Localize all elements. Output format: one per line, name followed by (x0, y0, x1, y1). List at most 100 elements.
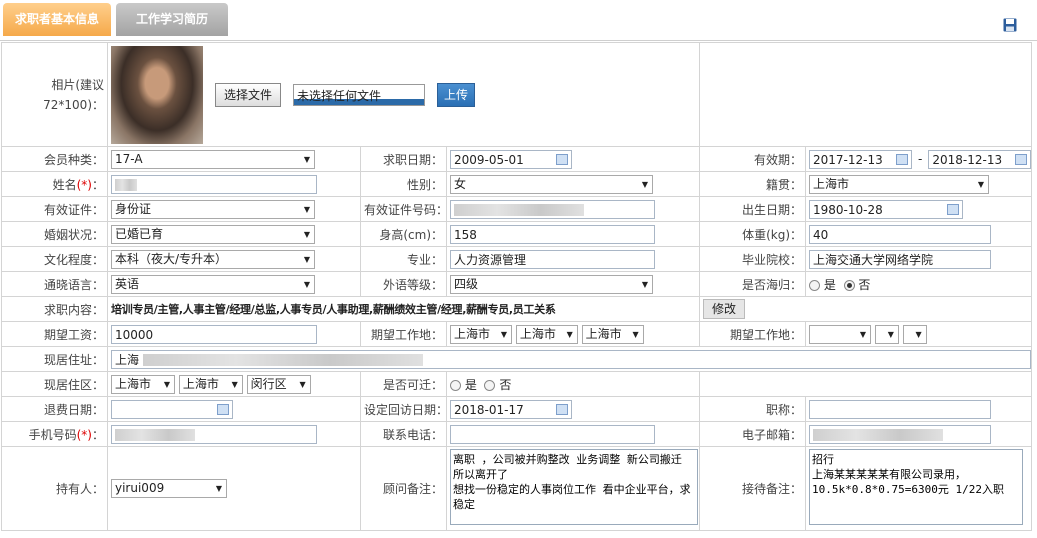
returnee-yes-label: 是 (823, 277, 836, 292)
tab-resume[interactable]: 工作学习简历 (116, 3, 228, 36)
mobile-label: 手机号码(*)： (1, 421, 108, 447)
consultant-note-label: 顾问备注： (360, 446, 447, 531)
gender-label: 性别： (360, 171, 447, 197)
upload-button[interactable]: 上传 (437, 82, 476, 107)
native-place-select[interactable]: 上海市 ▼ (809, 174, 990, 194)
phone-label: 联系电话： (360, 421, 447, 447)
returnee-label: 是否海归： (699, 271, 807, 297)
relocate-yes-label: 是 (464, 377, 477, 392)
birth-date-label: 出生日期： (699, 196, 807, 222)
relocate-label: 是否可迁： (360, 371, 447, 397)
gender-select[interactable]: 女 ▼ (450, 174, 653, 194)
revisit-date-label: 设定回访日期： (360, 396, 447, 422)
school-input[interactable]: 上海交通大学网络学院 (809, 249, 992, 269)
valid-period-label: 有效期： (699, 146, 807, 172)
member-type-select[interactable]: 17-A ▼ (111, 149, 315, 169)
education-select[interactable]: 本科（夜大/专升本） ▼ (111, 249, 315, 269)
relocate-yes-radio[interactable] (450, 379, 461, 391)
calendar-icon[interactable] (556, 153, 568, 165)
phone-input[interactable] (450, 424, 655, 444)
photo-label: 相片(建议72*100)： (1, 42, 108, 147)
district-province-select[interactable]: 上海市 ▼ (111, 374, 175, 394)
calendar-icon[interactable] (217, 403, 229, 415)
major-input[interactable]: 人力资源管理 (450, 249, 655, 269)
native-place-label: 籍贯： (699, 171, 807, 197)
valid-from-input[interactable]: 2017-12-13 (809, 149, 913, 169)
work-place-2-district-select[interactable]: ▼ (902, 324, 927, 344)
reception-note-label: 接待备注： (699, 446, 807, 531)
major-label: 专业： (360, 246, 447, 272)
mobile-input[interactable] (111, 424, 317, 444)
birth-date-input[interactable]: 1980-10-28 (809, 199, 964, 219)
salary-label: 期望工资： (1, 321, 108, 347)
foreign-level-label: 外语等级： (360, 271, 447, 297)
work-place-province-select[interactable]: 上海市 ▼ (450, 324, 512, 344)
refund-date-input[interactable] (111, 399, 233, 419)
calendar-icon[interactable] (896, 153, 909, 165)
job-date-input[interactable]: 2009-05-01 (450, 149, 572, 169)
relocate-no-radio[interactable] (484, 379, 496, 391)
work-place-city-select[interactable]: 上海市 ▼ (515, 324, 578, 344)
weight-label: 体重(kg)： (699, 221, 807, 247)
height-input[interactable]: 158 (450, 224, 655, 244)
returnee-no-label: 否 (858, 277, 871, 292)
edit-job-content-button[interactable]: 修改 (703, 299, 746, 319)
job-date-label: 求职日期： (360, 146, 447, 172)
holder-select[interactable]: yirui009 ▼ (111, 479, 227, 498)
job-title-input[interactable] (809, 399, 992, 419)
work-place-district-select[interactable]: 上海市 ▼ (581, 324, 644, 344)
reception-note-textarea[interactable]: 招行 上海某某某某某有限公司录用，10.5k*0.8*0.75=6300元 1/… (809, 449, 1024, 525)
member-type-label: 会员种类： (1, 146, 108, 172)
relocate-no-label: 否 (499, 377, 512, 392)
name-label: 姓名(*)： (1, 171, 108, 197)
email-label: 电子邮箱： (699, 421, 807, 447)
revisit-date-input[interactable]: 2018-01-17 (450, 399, 572, 419)
salary-input[interactable]: 10000 (111, 324, 317, 344)
marriage-select[interactable]: 已婚已育 ▼ (111, 224, 315, 244)
weight-input[interactable]: 40 (809, 224, 992, 244)
email-input[interactable] (809, 424, 992, 444)
photo-row: 相片(建议72*100)： 选择文件 未选择任何文件 上传 (1, 42, 1033, 147)
district-area-select[interactable]: 闵行区 ▼ (246, 374, 311, 394)
holder-label: 持有人： (1, 446, 108, 531)
returnee-yes-radio[interactable] (809, 279, 821, 291)
job-title-label: 职称： (699, 396, 807, 422)
save-icon[interactable] (1003, 18, 1017, 32)
applicant-form: 相片(建议72*100)： 选择文件 未选择任何文件 上传 会员种类： 17-A ▼… (1, 42, 1033, 531)
marriage-label: 婚姻状况： (1, 221, 108, 247)
education-label: 文化程度： (1, 246, 108, 272)
id-type-select[interactable]: 身份证 ▼ (111, 199, 315, 219)
consultant-note-textarea[interactable]: 离职 ，公司被并购整改 业务调整 新公司搬迁 所以离开了 想找一份稳定的人事岗位… (450, 449, 698, 525)
address-label: 现居住址： (1, 346, 108, 372)
date-separator: - (918, 151, 923, 166)
calendar-icon[interactable] (947, 203, 960, 215)
tab-bar: 求职者基本信息 工作学习简历 (0, 0, 1037, 41)
name-input[interactable] (111, 174, 317, 194)
work-place-2-label: 期望工作地： (699, 321, 807, 347)
file-name-display: 未选择任何文件 (293, 83, 426, 106)
id-number-input[interactable] (450, 199, 655, 219)
tab-basic-info[interactable]: 求职者基本信息 (3, 3, 111, 36)
district-city-select[interactable]: 上海市 ▼ (178, 374, 243, 394)
refund-date-label: 退费日期： (1, 396, 108, 422)
foreign-level-select[interactable]: 四级 ▼ (450, 274, 653, 294)
id-number-label: 有效证件号码： (360, 196, 447, 222)
job-content-label: 求职内容： (1, 296, 108, 322)
valid-to-input[interactable]: 2018-12-13 (928, 149, 1031, 169)
height-label: 身高(cm)： (360, 221, 447, 247)
id-type-label: 有效证件： (1, 196, 108, 222)
address-input[interactable]: 上海 (111, 349, 1031, 369)
calendar-icon[interactable] (1015, 153, 1028, 165)
returnee-no-radio[interactable] (843, 279, 855, 291)
district-label: 现居住区： (1, 371, 108, 397)
work-place-2-city-select[interactable]: ▼ (874, 324, 899, 344)
applicant-photo (111, 45, 203, 144)
calendar-icon[interactable] (556, 403, 568, 415)
school-label: 毕业院校： (699, 246, 807, 272)
choose-file-button[interactable]: 选择文件 (215, 82, 282, 107)
job-content-value: 培训专员/主管,人事主管/经理/总监,人事专员/人事助理,薪酬绩效主管/经理,薪… (106, 296, 701, 322)
work-place-2-province-select[interactable]: ▼ (809, 324, 872, 344)
language-select[interactable]: 英语 ▼ (111, 274, 315, 294)
work-place-label: 期望工作地： (360, 321, 447, 347)
language-label: 通晓语言： (1, 271, 108, 297)
